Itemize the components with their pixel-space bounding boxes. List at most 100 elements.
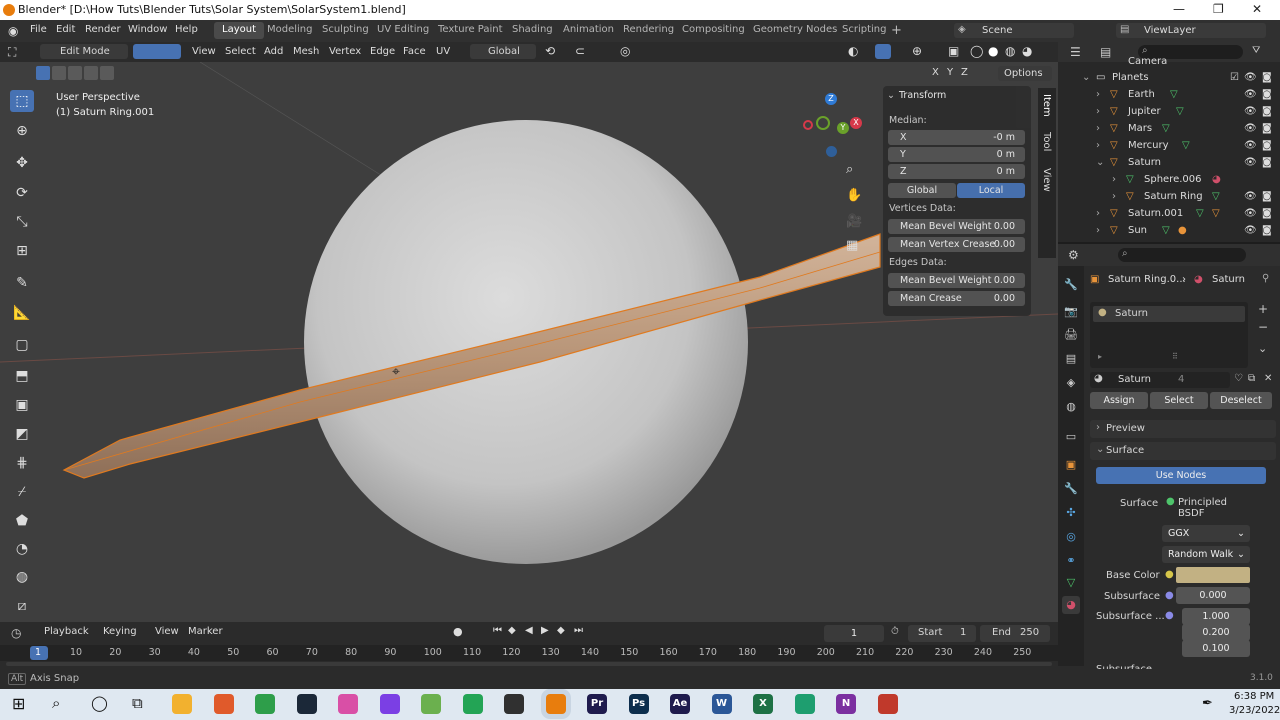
subsurface-method-dropdown[interactable]: Random Walk ⌄ bbox=[1162, 546, 1250, 563]
tab-view[interactable]: View bbox=[1041, 168, 1052, 192]
menu-vertex[interactable]: Vertex bbox=[329, 46, 361, 57]
tab-animation[interactable]: Animation bbox=[555, 22, 622, 39]
expand-arrow-icon[interactable]: › bbox=[1096, 89, 1100, 100]
expand-arrow-icon[interactable]: › bbox=[1096, 140, 1100, 151]
visibility-icon[interactable]: ◐ bbox=[848, 44, 858, 58]
outliner-row-saturn001[interactable]: › ▽ Saturn.001 ▽ ▽ 👁 ◙ bbox=[1058, 206, 1280, 223]
select-new-icon[interactable] bbox=[36, 66, 50, 80]
notepad-icon[interactable] bbox=[421, 694, 441, 714]
obs-icon[interactable] bbox=[504, 694, 524, 714]
list-resize-handle[interactable]: ⠿ bbox=[1172, 352, 1178, 361]
remove-slot-icon[interactable]: − bbox=[1258, 320, 1272, 334]
grid-view-icon[interactable]: ▦ bbox=[846, 238, 858, 253]
menu-keying[interactable]: Keying bbox=[103, 626, 137, 637]
eye-icon[interactable]: 👁 bbox=[1244, 208, 1257, 219]
end-frame-field[interactable]: End 250 bbox=[980, 625, 1050, 642]
snap-icon[interactable]: ⊂ bbox=[575, 44, 585, 58]
poly-build-tool-icon[interactable]: ⬟ bbox=[10, 510, 34, 532]
pivot-icon[interactable]: ⟲ bbox=[545, 44, 555, 58]
menu-select[interactable]: Select bbox=[225, 46, 256, 57]
collapse-arrow-icon[interactable]: ⌄ bbox=[887, 90, 895, 101]
current-frame-field[interactable]: 1 bbox=[824, 625, 884, 642]
preview-panel-header[interactable]: › Preview bbox=[1090, 420, 1276, 438]
eye-icon[interactable]: 👁 bbox=[1244, 72, 1257, 83]
rendered-shading-icon[interactable]: ◕ bbox=[1022, 44, 1032, 58]
app-green-icon[interactable] bbox=[462, 694, 483, 714]
inset-tool-icon[interactable]: ▣ bbox=[10, 394, 34, 416]
menu-face[interactable]: Face bbox=[403, 46, 426, 57]
add-cube-tool-icon[interactable]: ▢ bbox=[10, 334, 34, 356]
surface-panel-header[interactable]: ⌄ Surface bbox=[1090, 442, 1276, 460]
outliner-row-mercury[interactable]: › ▽ Mercury ▽ 👁 ◙ bbox=[1058, 138, 1280, 155]
select-button[interactable]: Select bbox=[1150, 392, 1208, 409]
close-icon[interactable]: ✕ bbox=[1252, 2, 1262, 16]
assign-button[interactable]: Assign bbox=[1090, 392, 1148, 409]
play-icon[interactable]: ▶ bbox=[541, 625, 549, 636]
median-y-field[interactable]: Y 0 m bbox=[888, 147, 1025, 162]
median-z-field[interactable]: Z 0 m bbox=[888, 164, 1025, 179]
material-shading-icon[interactable]: ◍ bbox=[1005, 44, 1015, 58]
material-selector[interactable]: ◕ Saturn 4 bbox=[1090, 372, 1230, 388]
world-tab-icon[interactable]: ◍ bbox=[1062, 398, 1080, 416]
deselect-button[interactable]: Deselect bbox=[1210, 392, 1272, 409]
eye-icon[interactable]: 👁 bbox=[1244, 191, 1257, 202]
next-keyframe-icon[interactable]: ◆ bbox=[557, 625, 565, 636]
loop-cut-tool-icon[interactable]: ⋕ bbox=[10, 452, 34, 474]
camera-render-icon[interactable]: ◙ bbox=[1262, 106, 1272, 117]
distribution-dropdown[interactable]: GGX ⌄ bbox=[1162, 525, 1250, 542]
menu-uv[interactable]: UV bbox=[436, 46, 450, 57]
minimize-icon[interactable]: — bbox=[1173, 2, 1185, 16]
prev-keyframe-icon[interactable]: ◆ bbox=[508, 625, 516, 636]
spin-tool-icon[interactable]: ◔ bbox=[10, 538, 34, 560]
tab-sculpting[interactable]: Sculpting bbox=[314, 22, 377, 39]
outliner-row-planets[interactable]: ⌄ ▭ Planets ☑ 👁 ◙ bbox=[1058, 70, 1280, 87]
select-mode-buttons[interactable] bbox=[36, 66, 116, 80]
stopwatch-icon[interactable]: ⏱ bbox=[891, 626, 899, 637]
maximize-icon[interactable]: ❐ bbox=[1213, 2, 1224, 16]
app-red-icon[interactable] bbox=[877, 694, 898, 714]
bevel-tool-icon[interactable]: ◩ bbox=[10, 423, 34, 445]
xray-icon[interactable]: ▣ bbox=[948, 44, 959, 58]
menu-window[interactable]: Window bbox=[128, 24, 167, 35]
expand-arrow-icon[interactable]: › bbox=[1096, 123, 1100, 134]
move-tool-icon[interactable]: ✥ bbox=[10, 152, 34, 174]
blender-icon[interactable] bbox=[545, 694, 566, 714]
duplicate-icon[interactable]: ⧉ bbox=[1248, 373, 1255, 384]
camera-icon[interactable]: 🎥 bbox=[846, 214, 862, 229]
properties-search-input[interactable]: ⌕ bbox=[1118, 248, 1246, 262]
expand-arrow-icon[interactable]: ⌄ bbox=[1082, 72, 1090, 83]
tool-tab-icon[interactable]: 🔧 bbox=[1062, 276, 1080, 294]
material-browse-icon[interactable]: ◕ bbox=[1094, 373, 1103, 384]
gizmo-neg-z[interactable] bbox=[826, 146, 837, 157]
menu-playback[interactable]: Playback bbox=[44, 626, 89, 637]
checkbox-icon[interactable]: ☑ bbox=[1230, 72, 1239, 83]
subsurface-radius-x[interactable]: 1.000 bbox=[1182, 608, 1250, 625]
outliner-row-earth[interactable]: › ▽ Earth ▽ 👁 ◙ bbox=[1058, 87, 1280, 104]
use-nodes-button[interactable]: Use Nodes bbox=[1096, 467, 1266, 484]
camera-render-icon[interactable]: ◙ bbox=[1262, 89, 1272, 100]
expand-arrow-icon[interactable]: › bbox=[1112, 174, 1116, 185]
expand-arrow-icon[interactable]: › bbox=[1096, 106, 1100, 117]
menu-view[interactable]: View bbox=[155, 626, 179, 637]
menu-edge[interactable]: Edge bbox=[370, 46, 395, 57]
add-workspace-icon[interactable]: + bbox=[891, 23, 902, 38]
scale-tool-icon[interactable]: ⤡ bbox=[10, 211, 34, 233]
median-x-field[interactable]: X -0 m bbox=[888, 130, 1025, 145]
camera-render-icon[interactable]: ◙ bbox=[1262, 123, 1272, 134]
menu-edit[interactable]: Edit bbox=[56, 24, 75, 35]
slot-menu-icon[interactable]: ⌄ bbox=[1258, 342, 1272, 356]
git-icon[interactable] bbox=[213, 694, 234, 714]
excel-icon[interactable]: X bbox=[753, 694, 773, 714]
menu-file[interactable]: File bbox=[30, 24, 47, 35]
mirror-z-button[interactable]: Z bbox=[961, 67, 968, 78]
navigation-gizmo[interactable]: Z X Y bbox=[800, 90, 870, 160]
app-teal-icon[interactable] bbox=[794, 694, 815, 714]
material-slot-item[interactable]: ● Saturn bbox=[1093, 306, 1245, 322]
mean-bevel-weight-field[interactable]: Mean Bevel Weight 0.00 bbox=[888, 219, 1025, 234]
expand-arrow-icon[interactable]: › bbox=[1096, 225, 1100, 236]
solid-shading-icon[interactable]: ● bbox=[988, 44, 998, 58]
material-tab-icon[interactable]: ◕ bbox=[1062, 596, 1080, 614]
local-toggle[interactable]: Local bbox=[957, 183, 1025, 198]
menu-render[interactable]: Render bbox=[85, 24, 121, 35]
mirror-x-button[interactable]: X bbox=[932, 67, 939, 78]
